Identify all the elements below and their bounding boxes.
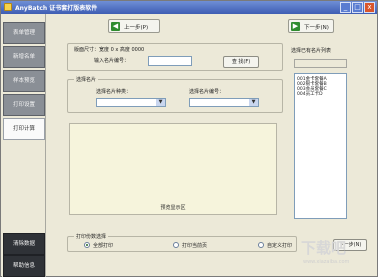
query-group: 版面尺寸：宽度 0 x 高度 0000 输入名片编号： 查 找(F) bbox=[67, 43, 283, 71]
close-button[interactable]: x bbox=[364, 2, 375, 13]
card-number-input[interactable] bbox=[148, 56, 192, 66]
main-window: AnyBatch 证书套打版表软件 _ □ x 表单管理 新增名单 样本预览 打… bbox=[0, 0, 378, 277]
watermark-logo: 下载吧 bbox=[301, 239, 347, 257]
right-panel-header-box bbox=[294, 59, 347, 68]
sidebar-item-form-manage[interactable]: 表单管理 bbox=[3, 22, 45, 44]
maximize-button[interactable]: □ bbox=[352, 2, 363, 13]
back-button-label: 上一步(P) bbox=[124, 25, 149, 31]
app-icon bbox=[4, 3, 12, 11]
radio-print-all[interactable] bbox=[84, 242, 90, 248]
sidebar-item-help[interactable]: 帮助信息 bbox=[3, 255, 45, 277]
sidebar-item-preview[interactable]: 样本预览 bbox=[3, 70, 45, 92]
window-title: AnyBatch 证书套打版表软件 bbox=[15, 5, 98, 12]
radio-print-custom[interactable] bbox=[258, 242, 264, 248]
radio-print-current[interactable] bbox=[173, 242, 179, 248]
select-group-title: 选择名片 bbox=[74, 76, 99, 83]
print-options-title: 打印份数选择 bbox=[74, 233, 109, 240]
radio-print-custom-label: 自定义打印 bbox=[267, 243, 293, 249]
sidebar-item-print-calc[interactable]: 打印计算 bbox=[3, 118, 45, 140]
title-bar: AnyBatch 证书套打版表软件 _ □ x bbox=[1, 1, 377, 14]
back-button[interactable]: ◀ 上一步(P) bbox=[108, 19, 160, 33]
card-listbox[interactable]: 001金卡套餐A 002银卡套餐B 003会员套餐C 004员工卡D bbox=[294, 73, 347, 219]
watermark-url: www.xiazaiba.com bbox=[303, 259, 350, 265]
card-number-select[interactable]: ▼ bbox=[189, 98, 259, 107]
sidebar-item-print-settings[interactable]: 打印设置 bbox=[3, 94, 45, 116]
minimize-button[interactable]: _ bbox=[340, 2, 351, 13]
sidebar: 表单管理 新增名单 样本预览 打印设置 打印计算 清除数据 帮助信息 bbox=[2, 14, 46, 277]
card-number-label: 输入名片编号： bbox=[94, 58, 130, 64]
query-button[interactable]: 查 找(F) bbox=[223, 56, 259, 68]
chevron-down-icon: ▼ bbox=[249, 99, 258, 106]
preview-label: 预览显示区 bbox=[160, 205, 186, 211]
select-group: 选择名片 选择名片种类： ▼ 选择名片编号： ▼ bbox=[67, 76, 283, 113]
card-type-label: 选择名片种类： bbox=[96, 89, 132, 95]
sidebar-item-add-list[interactable]: 新增名单 bbox=[3, 46, 45, 68]
next-button-label: 下一步(N) bbox=[304, 25, 329, 31]
card-number-select-label: 选择名片编号： bbox=[189, 89, 225, 95]
card-type-select[interactable]: ▼ bbox=[96, 98, 166, 107]
range-label: 版面尺寸：宽度 0 x 高度 0000 bbox=[74, 47, 145, 53]
radio-print-current-label: 打印当前页 bbox=[182, 243, 208, 249]
print-options-group: 打印份数选择 全部打印 打印当前页 自定义打印 bbox=[67, 233, 297, 252]
preview-area: 预览显示区 bbox=[69, 123, 277, 215]
arrow-left-icon: ◀ bbox=[111, 22, 120, 31]
list-item[interactable]: 004员工卡D bbox=[295, 92, 346, 97]
right-panel-title: 选择已有名片列表 bbox=[291, 48, 332, 54]
next-button[interactable]: ▶ 下一步(N) bbox=[288, 19, 334, 33]
radio-print-all-label: 全部打印 bbox=[93, 243, 114, 249]
arrow-right-icon: ▶ bbox=[291, 22, 300, 31]
chevron-down-icon: ▼ bbox=[156, 99, 165, 106]
sidebar-item-clear-data[interactable]: 清除数据 bbox=[3, 233, 45, 255]
